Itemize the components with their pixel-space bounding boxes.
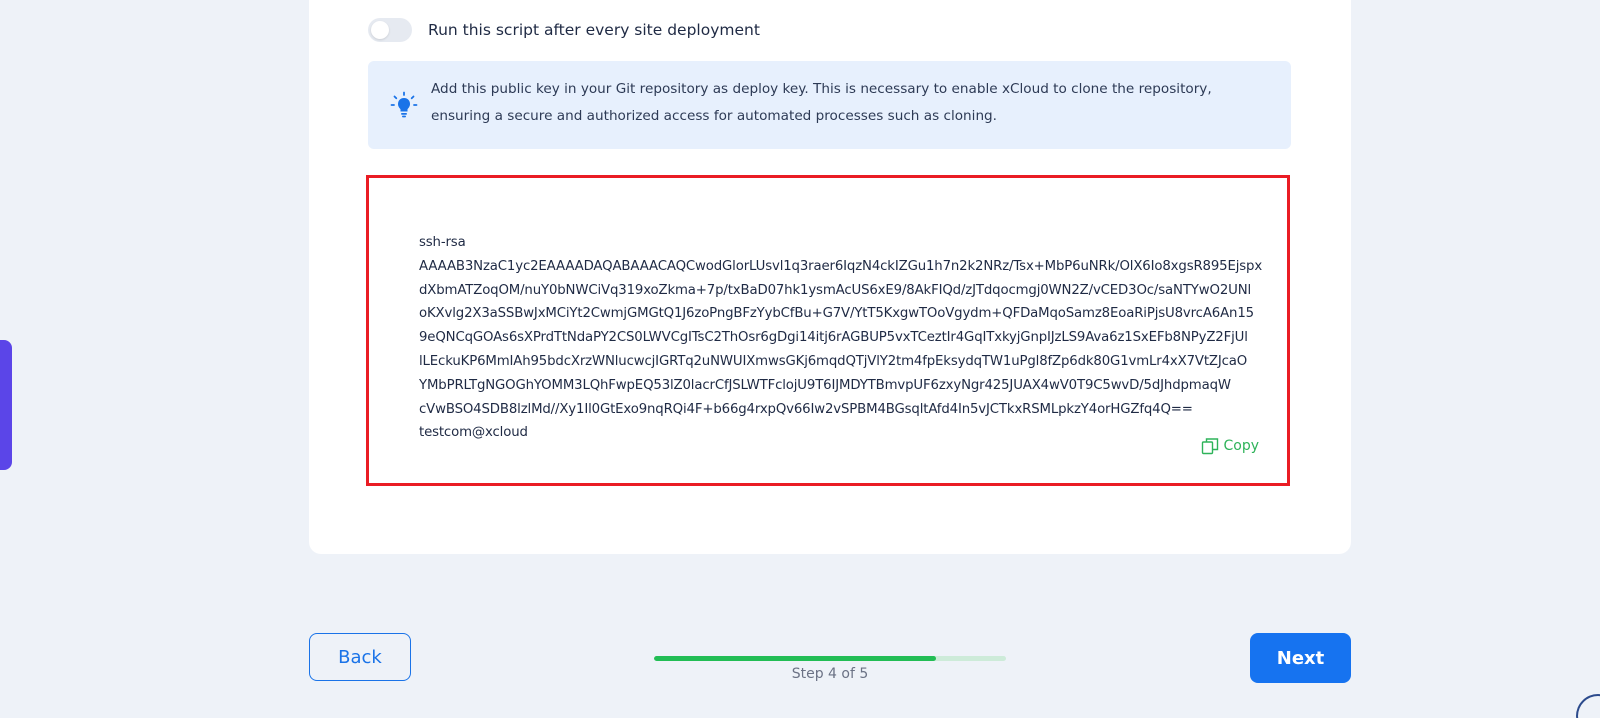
deploy-script-toggle-row: Run this script after every site deploym… (368, 18, 760, 42)
corner-widget[interactable] (1576, 694, 1600, 718)
lightbulb-icon (390, 91, 418, 118)
next-button[interactable]: Next (1250, 633, 1351, 683)
deploy-key-info-box: Add this public key in your Git reposito… (368, 61, 1291, 149)
public-key-line: YMbPRLTgNGOGhYOMM3LQhFwpEQ53lZ0lacrCfJSL… (419, 377, 1231, 393)
page: Run this script after every site deploym… (0, 0, 1600, 718)
deploy-key-info-text: Add this public key in your Git reposito… (431, 81, 1212, 124)
deploy-script-toggle[interactable] (368, 18, 412, 42)
public-key-line: lLEckuKP6MmIAh95bdcXrzWNlucwcjIGRTq2uNWU… (419, 353, 1248, 369)
public-key-line: AAAAB3NzaC1yc2EAAAADAQABAAACAQCwodGlorLU… (419, 258, 1263, 274)
step-indicator: Step 4 of 5 (791, 666, 869, 682)
public-key-line: 9eQNCqGOAs6sXPrdTtNdaPY2CS0LWVCgITsC2ThO… (419, 330, 1248, 346)
copy-key-label: Copy (1223, 438, 1259, 454)
public-key-line: ssh-rsa (419, 235, 466, 250)
public-key-line: oKXvlg2X3aSSBwJxMCiYt2CwmjGMGtQ1J6zoPngB… (419, 306, 1254, 322)
deploy-settings-card: Run this script after every site deploym… (309, 0, 1351, 554)
copy-icon (1202, 438, 1219, 455)
step-progress-fill (654, 656, 936, 661)
public-key-line: cVwBSO4SDB8lzlMd//Xy1Il0GtExo9nqRQi4F+b6… (419, 401, 1193, 417)
toggle-knob (371, 21, 389, 39)
side-feedback-tab[interactable] (0, 340, 12, 470)
public-key-text[interactable]: ssh-rsa AAAAB3NzaC1yc2EAAAADAQABAAACAQCw… (419, 231, 1263, 445)
copy-key-button[interactable]: Copy (1201, 437, 1259, 455)
step-progress-bar (654, 656, 1006, 661)
back-button[interactable]: Back (309, 633, 411, 681)
public-key-box: ssh-rsa AAAAB3NzaC1yc2EAAAADAQABAAACAQCw… (366, 175, 1290, 486)
deploy-script-toggle-label: Run this script after every site deploym… (428, 21, 760, 39)
public-key-line: testcom@xcloud (419, 425, 528, 441)
public-key-line: dXbmATZoqOM/nuY0bNWCiVq319xoZkma+7p/txBa… (419, 282, 1252, 298)
